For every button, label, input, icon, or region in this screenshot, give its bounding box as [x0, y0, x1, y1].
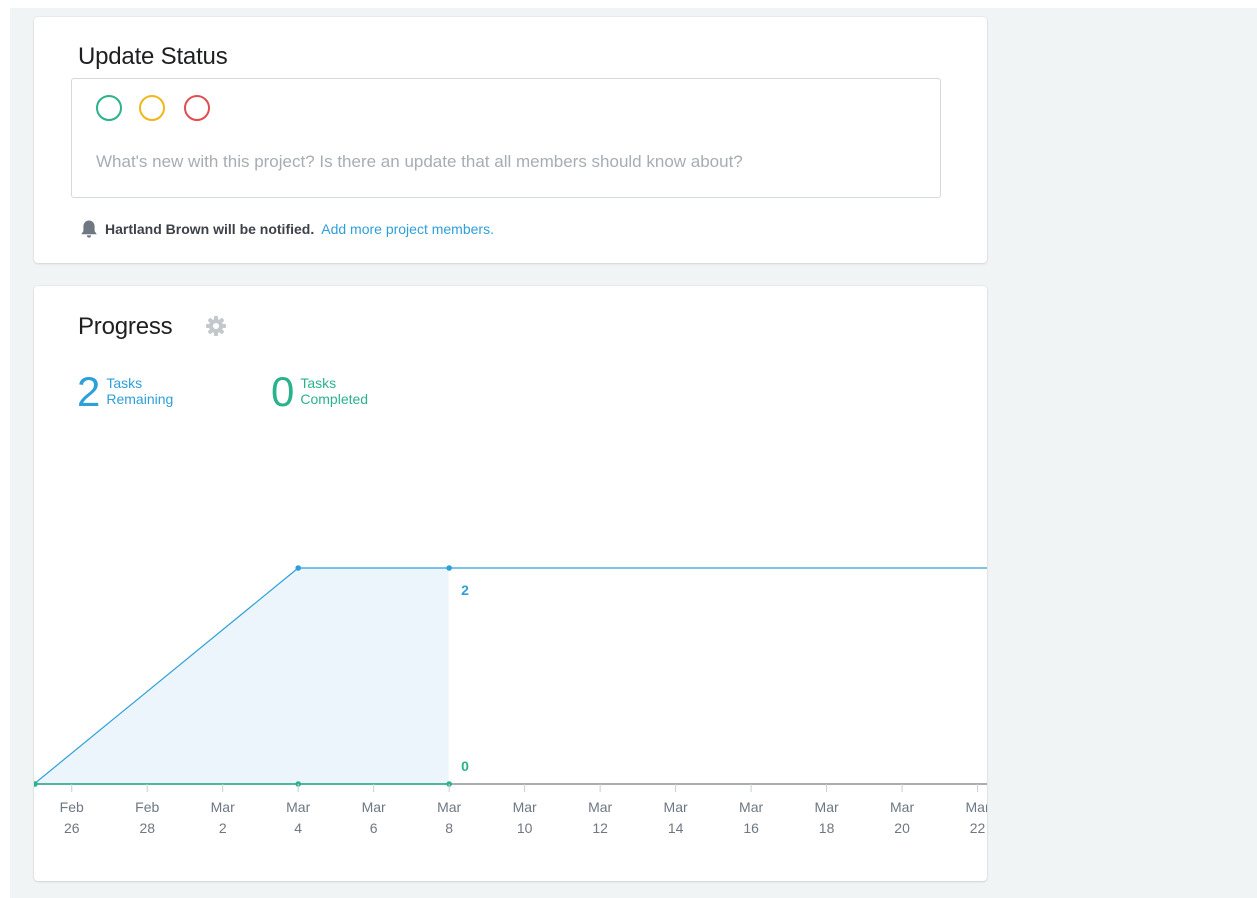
x-tick-label-day: 12: [592, 820, 608, 836]
x-tick-label-day: 14: [668, 820, 684, 836]
update-status-title: Update Status: [78, 43, 228, 70]
tasks-completed-count: 0: [271, 368, 295, 415]
x-tick-label-day: 22: [970, 820, 986, 836]
x-tick-label-month: Mar: [664, 799, 688, 815]
x-tick-label-month: Mar: [211, 799, 235, 815]
x-tick-label-month: Mar: [362, 799, 386, 815]
x-tick-label-day: 18: [819, 820, 835, 836]
status-red-option[interactable]: [184, 95, 210, 121]
status-update-box[interactable]: What's new with this project? Is there a…: [71, 78, 941, 198]
remaining-area-fill: [34, 568, 450, 784]
bell-icon: [81, 220, 97, 238]
x-tick-label-month: Mar: [588, 799, 612, 815]
tasks-remaining-label: Tasks Remaining: [106, 375, 174, 407]
x-tick-label-day: 26: [64, 820, 80, 836]
status-yellow-option[interactable]: [139, 95, 165, 121]
notification-row: Hartland Brown will be notified. Add mor…: [78, 219, 494, 239]
x-tick-label-month: Mar: [739, 799, 763, 815]
remaining-value-label: 2: [461, 582, 469, 598]
x-tick-label-day: 20: [894, 820, 910, 836]
x-tick-label-day: 16: [743, 820, 759, 836]
x-tick-label-month: Feb: [135, 799, 159, 815]
x-tick-label-day: 10: [517, 820, 533, 836]
notify-text: Hartland Brown will be notified.: [105, 221, 315, 237]
status-green-option[interactable]: [96, 95, 122, 121]
tasks-remaining-stat: 2 Tasks Remaining: [77, 368, 196, 415]
progress-card: 2 0 Feb 26 Feb 28 Mar 2 Mar 4 Mar 6 Mar 8 Mar 10 Mar 12 Ma…: [34, 286, 987, 881]
x-tick-label-month: Mar: [966, 799, 987, 815]
tasks-completed-label: Tasks Completed: [300, 375, 369, 407]
x-tick-label-month: Mar: [286, 799, 310, 815]
status-update-input[interactable]: What's new with this project? Is there a…: [96, 152, 743, 172]
x-tick-label-month: Mar: [513, 799, 537, 815]
update-status-card: Update Status What's new with this proje…: [34, 17, 987, 263]
x-tick-label-month: Mar: [890, 799, 914, 815]
add-members-link[interactable]: Add more project members.: [321, 221, 494, 237]
completed-value-label: 0: [461, 758, 469, 774]
x-tick-label-month: Mar: [815, 799, 839, 815]
x-tick-label-month: Feb: [60, 799, 84, 815]
progress-title: Progress: [78, 313, 173, 340]
remaining-data-point: [295, 565, 301, 571]
x-tick-label-day: 4: [294, 820, 302, 836]
x-tick-label-day: 28: [139, 820, 155, 836]
x-tick-label-day: 2: [219, 820, 227, 836]
x-tick-label-day: 8: [445, 820, 453, 836]
gear-icon[interactable]: [205, 315, 227, 337]
x-tick-label-day: 6: [370, 820, 378, 836]
remaining-data-point: [446, 565, 452, 571]
x-tick-label-month: Mar: [437, 799, 461, 815]
tasks-remaining-count: 2: [77, 368, 101, 415]
tasks-completed-stat: 0 Tasks Completed: [271, 368, 390, 415]
